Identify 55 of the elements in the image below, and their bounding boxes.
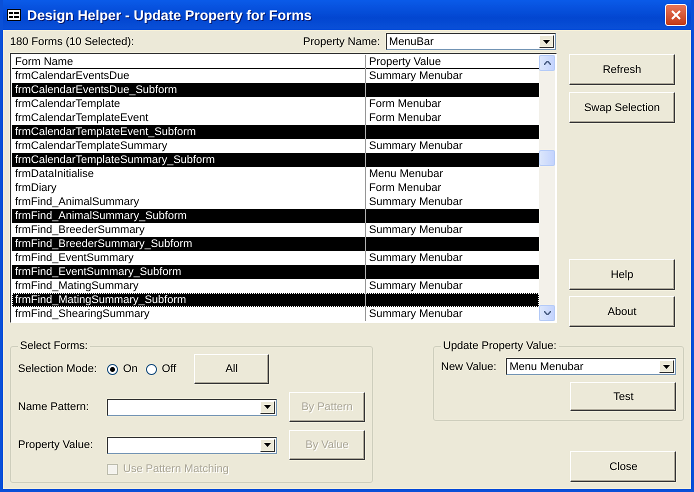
new-value-dropdown[interactable]: Menu Menubar — [506, 358, 676, 375]
all-button[interactable]: All — [194, 354, 270, 384]
table-cell-text: Summary Menubar — [368, 251, 464, 265]
list-row[interactable]: frmFind_BreederSummary_Subform — [12, 237, 539, 251]
field-label: New Value: — [441, 360, 496, 372]
caret-icon — [663, 364, 670, 368]
caret-icon — [264, 443, 271, 447]
list-row[interactable]: frmCalendarTemplateSummary_Subform — [12, 153, 539, 167]
field-label: Property Value: — [18, 439, 94, 451]
table-cell-text: Summary Menubar — [368, 69, 464, 83]
table-cell-text: Menu Menubar — [368, 167, 444, 181]
side-button[interactable]: About — [569, 296, 675, 327]
radio-button[interactable] — [107, 364, 118, 374]
radio-label: On — [123, 363, 138, 375]
radio-button[interactable] — [146, 364, 157, 374]
property-name-dropdown[interactable]: MenuBar — [386, 33, 556, 50]
close-icon[interactable] — [665, 4, 687, 26]
group-title: Select Forms: — [19, 340, 89, 352]
close-button[interactable]: Close — [570, 451, 676, 482]
side-button[interactable]: Refresh — [569, 54, 675, 85]
caret-icon — [264, 405, 271, 409]
side-button[interactable]: Swap Selection — [569, 92, 675, 123]
forms-count: 180 Forms (10 Selected): — [10, 36, 136, 48]
table-cell-text: Form Menubar — [368, 111, 442, 125]
group-title: Update Property Value: — [442, 340, 558, 352]
field-label: Property Name: — [303, 36, 380, 48]
scroll-thumb[interactable] — [539, 150, 555, 166]
table-cell: frmFind_ShearingSummary — [12, 307, 366, 321]
scroll-down-button[interactable] — [539, 305, 555, 321]
test-button[interactable]: Test — [570, 382, 676, 411]
window-title: Design Helper - Update Property for Forms — [27, 7, 313, 23]
window-icon — [7, 9, 21, 21]
checkbox-label: Use Pattern Matching — [123, 463, 229, 475]
side-button[interactable]: Help — [569, 259, 675, 290]
field-label: Selection Mode: — [18, 363, 98, 375]
table-cell-text: Summary Menubar — [368, 195, 464, 209]
scroll-up-button[interactable] — [539, 55, 555, 71]
table-cell-text: Summary Menubar — [368, 223, 464, 237]
radio-label: Off — [162, 363, 176, 375]
list-row[interactable]: frmFind_EventSummary_Subform — [12, 265, 539, 279]
table-cell-text: Form Menubar — [368, 97, 442, 111]
list-row[interactable]: frmCalendarTemplateEvent_Subform — [12, 125, 539, 139]
table-cell-text: Summary Menubar — [368, 279, 464, 293]
column-header: Property Value — [368, 55, 442, 69]
list-row[interactable]: frmFind_AnimalSummary_Subform — [12, 209, 539, 223]
field-label: Name Pattern: — [18, 401, 90, 413]
forms-list[interactable] — [10, 53, 557, 323]
filter-dropdown[interactable] — [107, 398, 277, 416]
filter-dropdown[interactable] — [107, 436, 277, 454]
list-row[interactable]: frmCalendarEventsDue_Subform — [12, 83, 539, 97]
list-row[interactable]: frmFind_MatingSummary_Subform — [12, 293, 539, 307]
caret-icon — [543, 40, 550, 44]
table-cell-text: Summary Menubar — [368, 139, 464, 153]
table-cell-text: Form Menubar — [368, 181, 442, 195]
table-cell-text: Summary Menubar — [368, 307, 464, 321]
